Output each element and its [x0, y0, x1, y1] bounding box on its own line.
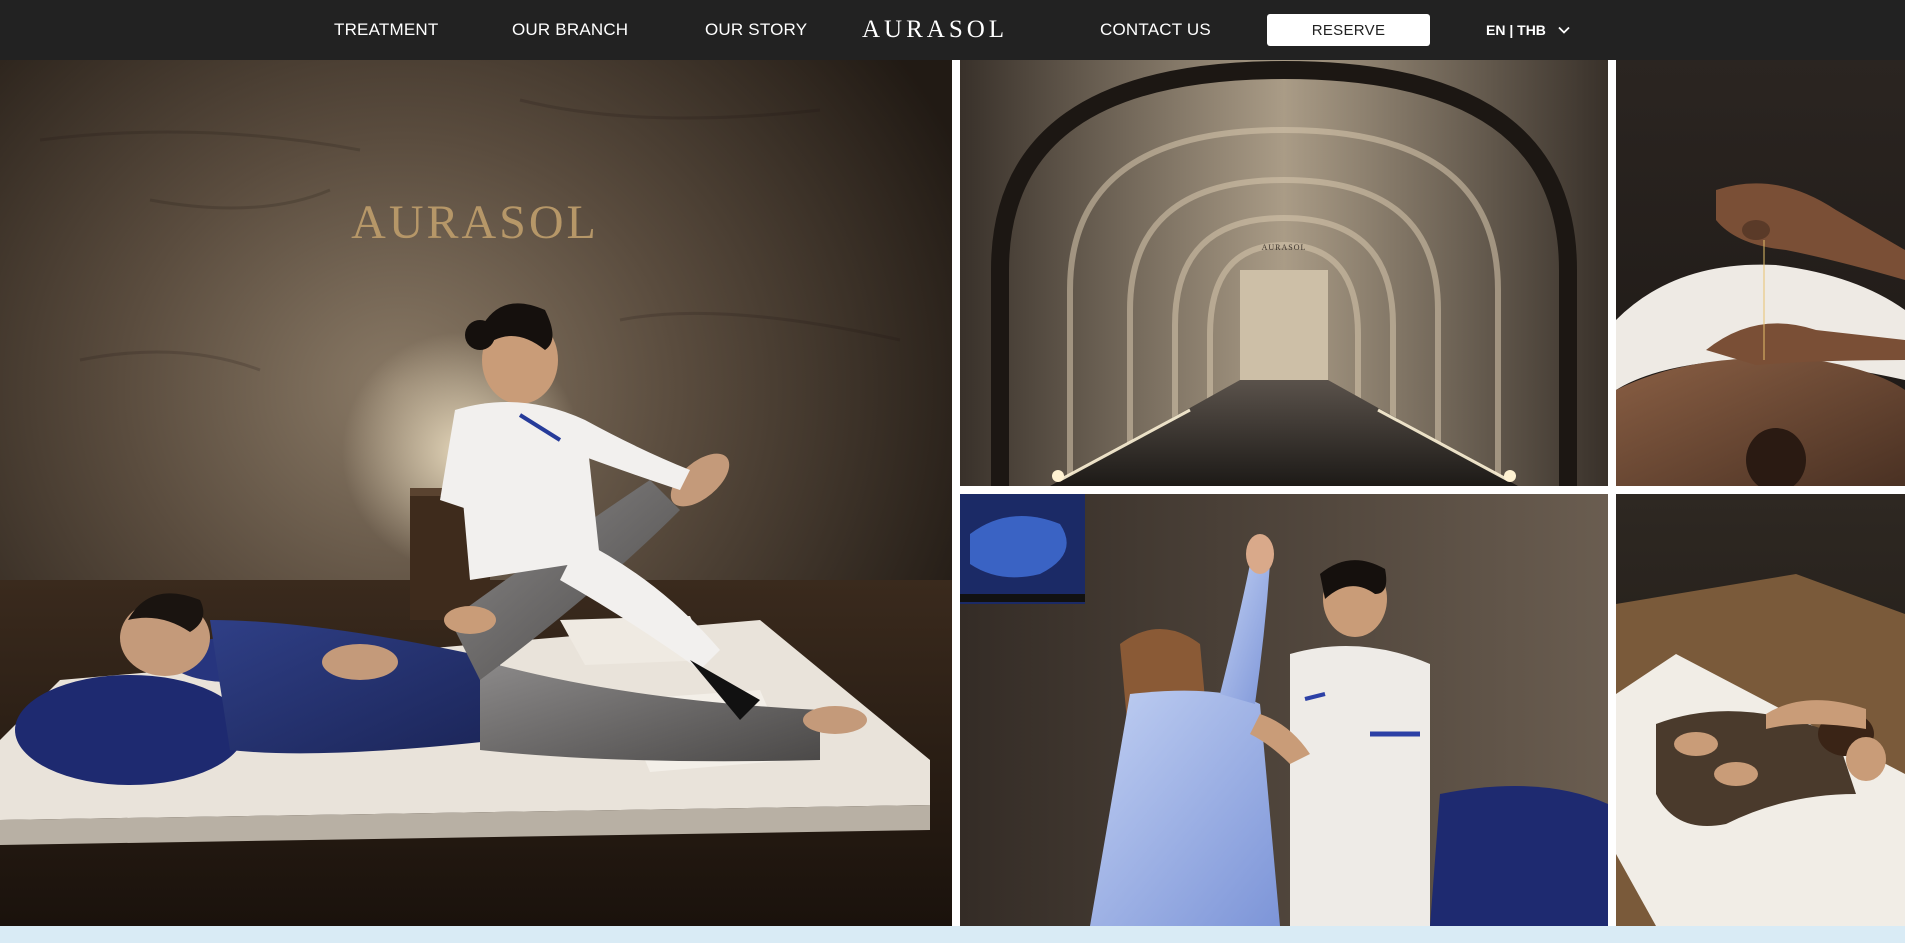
gallery-photo-oil-massage: [1616, 60, 1905, 486]
language-currency-label: EN | THB: [1486, 22, 1546, 38]
nav-link-treatment[interactable]: TREATMENT: [334, 0, 438, 60]
corridor-sign-text: AURASOL: [1262, 243, 1307, 252]
wall-sign-text: AURASOL: [351, 196, 599, 249]
gallery-photo-thai-massage: AURASOL: [0, 60, 952, 926]
nav-link-contact-us[interactable]: CONTACT US: [1100, 0, 1211, 60]
hero-gallery: AURASOL AURASOL: [0, 60, 1905, 926]
language-currency-selector[interactable]: EN | THB: [1486, 0, 1570, 60]
brand-logo[interactable]: AURASOL: [862, 0, 1008, 60]
reserve-button[interactable]: RESERVE: [1267, 14, 1430, 46]
nav-link-our-story[interactable]: OUR STORY: [705, 0, 807, 60]
top-navbar: TREATMENT OUR BRANCH OUR STORY AURASOL C…: [0, 0, 1905, 60]
gallery-photo-spa-corridor: AURASOL: [960, 60, 1608, 486]
gallery-photo-body-scrub: [1616, 494, 1905, 926]
chevron-down-icon: [1558, 26, 1570, 34]
footer-strip: [0, 926, 1905, 943]
nav-link-our-branch[interactable]: OUR BRANCH: [512, 0, 628, 60]
gallery-photo-assisted-stretch: [960, 494, 1608, 926]
